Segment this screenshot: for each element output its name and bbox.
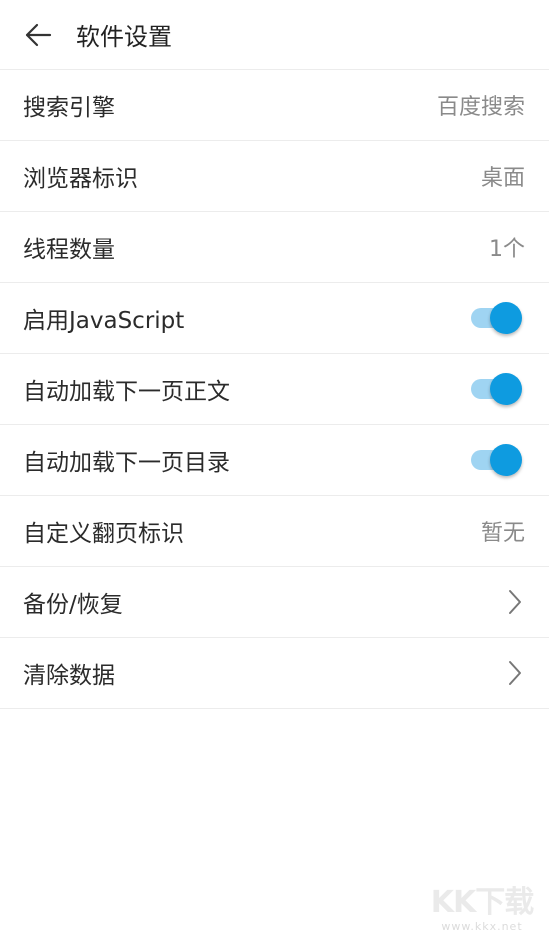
setting-value: 桌面 <box>480 166 525 191</box>
setting-search-engine[interactable]: 搜索引擎 百度搜索 <box>0 70 549 141</box>
watermark: KK下载 www.kkx.net <box>423 886 541 936</box>
toggle-thumb <box>490 302 522 334</box>
setting-label: 搜索引擎 <box>23 95 115 121</box>
setting-autoload-content[interactable]: 自动加载下一页正文 <box>0 354 549 425</box>
arrow-left-icon <box>25 23 52 46</box>
setting-autoload-catalog[interactable]: 自动加载下一页目录 <box>0 425 549 496</box>
autoload-catalog-toggle[interactable] <box>471 442 523 478</box>
setting-label: 备份/恢复 <box>23 592 123 618</box>
setting-value: 百度搜索 <box>436 95 525 120</box>
setting-value: 暂无 <box>480 521 525 546</box>
setting-custom-page-marker[interactable]: 自定义翻页标识 暂无 <box>0 496 549 567</box>
setting-label: 自定义翻页标识 <box>23 521 184 547</box>
settings-page: 软件设置 搜索引擎 百度搜索 浏览器标识 桌面 线程数量 1个 启用JavaSc… <box>0 0 549 940</box>
setting-label: 浏览器标识 <box>23 166 138 192</box>
setting-label: 线程数量 <box>23 237 115 263</box>
settings-list: 搜索引擎 百度搜索 浏览器标识 桌面 线程数量 1个 启用JavaScript … <box>0 70 549 709</box>
javascript-toggle[interactable] <box>471 300 523 336</box>
autoload-content-toggle[interactable] <box>471 371 523 407</box>
page-title: 软件设置 <box>76 23 172 51</box>
toggle-thumb <box>490 373 522 405</box>
back-button[interactable] <box>10 0 66 70</box>
setting-label: 自动加载下一页目录 <box>23 450 230 476</box>
chevron-right-icon <box>505 587 525 617</box>
setting-label: 启用JavaScript <box>23 308 185 334</box>
setting-value: 1个 <box>489 237 525 262</box>
chevron-right-icon <box>505 658 525 688</box>
setting-enable-javascript[interactable]: 启用JavaScript <box>0 283 549 354</box>
setting-browser-ua[interactable]: 浏览器标识 桌面 <box>0 141 549 212</box>
setting-label: 自动加载下一页正文 <box>23 379 230 405</box>
watermark-url: www.kkx.net <box>441 920 523 933</box>
setting-backup-restore[interactable]: 备份/恢复 <box>0 567 549 638</box>
setting-thread-count[interactable]: 线程数量 1个 <box>0 212 549 283</box>
setting-clear-data[interactable]: 清除数据 <box>0 638 549 709</box>
watermark-logo: KK下载 <box>430 885 535 920</box>
toggle-thumb <box>490 444 522 476</box>
setting-label: 清除数据 <box>23 663 115 689</box>
toolbar: 软件设置 <box>0 0 549 70</box>
